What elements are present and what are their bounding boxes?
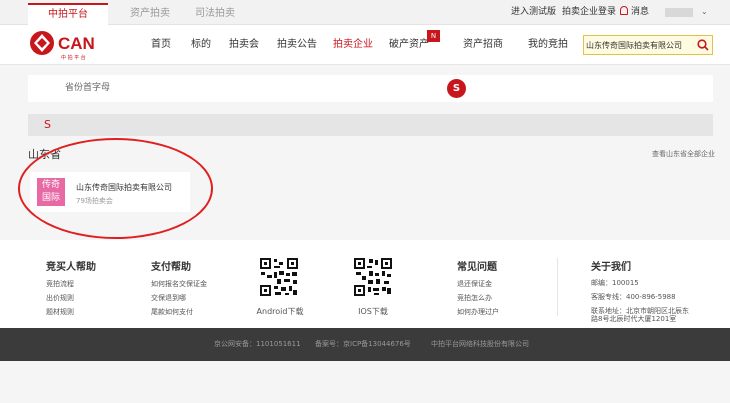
test-version-link[interactable]: 进入测试版 <box>511 0 556 25</box>
logo-text: CAN <box>58 34 95 53</box>
company-copyright: 中拍平台网络科技股份有限公司 <box>431 340 529 348</box>
nav-auctions[interactable]: 拍卖会 <box>229 25 259 65</box>
ios-qr-code <box>353 257 393 297</box>
filter-label: 省份首字母 <box>65 83 111 93</box>
letter-filter-s[interactable]: S <box>447 79 466 98</box>
nav-bankruptcy-assets[interactable]: 破产资产 <box>389 25 429 65</box>
footer-divider <box>557 258 558 316</box>
nav-lots[interactable]: 标的 <box>191 25 211 65</box>
footer: 竞买人帮助 竞拍流程 出价规则 题材规则 支付帮助 如何报名交保证金 交保退到哪… <box>0 240 730 328</box>
messages-link[interactable]: 消息 <box>620 0 649 25</box>
footer-link[interactable]: 如何报名交保证金 <box>151 279 207 289</box>
nav-my-bids[interactable]: 我的竞拍 <box>528 25 568 65</box>
about-title: 关于我们 <box>591 262 631 273</box>
android-download-label[interactable]: Android下载 <box>250 306 310 317</box>
search-icon[interactable] <box>696 38 710 52</box>
can-logo-icon: CAN 中 拍 平 台 <box>30 31 95 61</box>
faq-title: 常见问题 <box>457 262 497 273</box>
letter-section-label: S <box>44 118 51 131</box>
nav-announcements[interactable]: 拍卖公告 <box>277 25 317 65</box>
search-input[interactable] <box>586 38 690 52</box>
nav-auction-companies[interactable]: 拍卖企业 <box>333 25 373 65</box>
copyright-bar: 京公网安备：1101051611 备案号：京ICP备13044676号 中拍平台… <box>0 328 730 361</box>
about-hotline: 客服专线：400-896-5988 <box>591 293 676 301</box>
footer-link[interactable]: 尾款如何支付 <box>151 307 193 317</box>
nav-asset-investment[interactable]: 资产招商 <box>463 25 503 65</box>
nav-home[interactable]: 首页 <box>151 25 171 65</box>
about-address-line2: 路8号北辰时代大厦1201室 <box>591 315 677 323</box>
can-logo[interactable]: CAN 中 拍 平 台 <box>28 29 108 61</box>
company-login-link[interactable]: 拍卖企业登录 <box>562 0 616 25</box>
chevron-down-icon[interactable]: ⌄ <box>701 7 708 16</box>
username-masked[interactable] <box>665 8 693 17</box>
province-filter: 省份首字母 S <box>28 75 713 102</box>
about-postcode: 邮编：100015 <box>591 279 639 287</box>
letter-section-header: S <box>28 114 713 136</box>
tab-zhongpai-platform[interactable]: 中拍平台 <box>28 3 108 25</box>
police-record: 京公网安备：1101051611 <box>214 340 301 348</box>
footer-link[interactable]: 题材规则 <box>46 307 74 317</box>
footer-link[interactable]: 竞拍流程 <box>46 279 74 289</box>
top-bar: 中拍平台 资产拍卖 司法拍卖 进入测试版 拍卖企业登录 消息 ⌄ <box>0 0 730 25</box>
icp-record: 备案号：京ICP备13044676号 <box>315 340 411 348</box>
messages-label: 消息 <box>631 7 650 17</box>
ios-download-label[interactable]: IOS下载 <box>343 306 403 317</box>
android-qr-code <box>259 257 299 297</box>
bell-icon <box>620 6 628 15</box>
footer-link[interactable]: 出价规则 <box>46 293 74 303</box>
search-box <box>583 35 713 55</box>
footer-link[interactable]: 如何办理过户 <box>457 307 499 317</box>
footer-link[interactable]: 退还保证金 <box>457 279 492 289</box>
buyer-help-title: 竞买人帮助 <box>46 262 96 273</box>
main-header: CAN 中 拍 平 台 首页 标的 拍卖会 拍卖公告 拍卖企业 破产资产 N 资… <box>0 25 730 65</box>
logo-subtext: 中 拍 平 台 <box>61 54 86 61</box>
footer-link[interactable]: 交保退到哪 <box>151 293 186 303</box>
annotation-circle <box>18 138 213 239</box>
tab-judicial-auction[interactable]: 司法拍卖 <box>175 3 255 25</box>
footer-link[interactable]: 竞拍怎么办 <box>457 293 492 303</box>
payment-help-title: 支付帮助 <box>151 262 191 273</box>
view-all-link[interactable]: 查看山东省全部企业 <box>652 149 715 159</box>
new-badge: N <box>427 30 440 42</box>
